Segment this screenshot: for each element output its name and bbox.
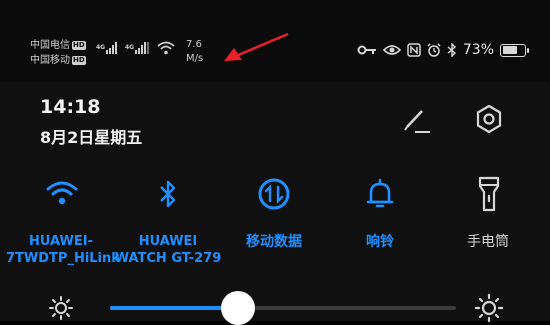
brightness-slider[interactable] <box>110 291 456 325</box>
hd-badge: HD <box>72 41 86 50</box>
tile-bluetooth-label-line1: HUAWEI <box>138 234 198 249</box>
brightness-slider-fill <box>110 306 239 310</box>
tile-wifi-label: HUAWEI- 7TWDTP_HiLink <box>6 233 120 267</box>
network-type-1: 4G <box>96 44 106 51</box>
mobile-data-icon[interactable] <box>257 177 291 211</box>
carrier-1: 中国电信 HD <box>30 38 86 53</box>
status-icons: 73% <box>357 42 529 58</box>
network-type-2: 4G <box>125 44 135 51</box>
signal-icon <box>106 42 117 54</box>
date: 8月2日星期五 <box>40 128 143 147</box>
network-speed: 7.6 M/s <box>186 38 203 66</box>
wifi-icon[interactable] <box>46 180 78 206</box>
tile-mobile-data-label: 移动数据 <box>246 234 302 250</box>
tile-bluetooth-label-line2: WATCH GT-279 <box>114 251 222 266</box>
carrier-1-name: 中国电信 <box>30 40 70 51</box>
tile-flashlight-label: 手电筒 <box>467 234 509 250</box>
brightness-slider-thumb[interactable] <box>221 291 256 325</box>
settings-gear-icon[interactable] <box>474 104 504 134</box>
tile-bluetooth-label: HUAWEI WATCH GT-279 <box>113 233 223 267</box>
signal-icon <box>135 42 149 54</box>
hd-badge: HD <box>72 56 86 65</box>
brightness-high-icon <box>475 294 503 322</box>
eye-icon <box>382 45 401 55</box>
clock: 14:18 <box>40 96 101 118</box>
flashlight-icon[interactable] <box>478 176 500 212</box>
bell-icon[interactable] <box>366 177 394 211</box>
nfc-icon <box>407 43 421 57</box>
carrier-info: 中国电信 HD 中国移动 HD <box>30 38 86 68</box>
carrier-2-name: 中国移动 <box>30 55 70 66</box>
speed-value: 7.6 <box>186 39 202 50</box>
speed-unit: M/s <box>186 53 204 64</box>
wifi-status-icon <box>157 41 175 55</box>
bluetooth-icon <box>447 43 456 57</box>
annotation-arrow-icon <box>224 32 289 61</box>
tile-wifi-label-line2: 7TWDTP_HiLink <box>6 251 120 266</box>
battery-icon <box>500 43 529 57</box>
bluetooth-tile-icon[interactable] <box>158 178 178 210</box>
key-icon <box>357 45 376 55</box>
edit-icon[interactable] <box>402 107 432 135</box>
tile-ring-label: 响铃 <box>366 234 394 250</box>
tile-wifi-label-line1: HUAWEI- <box>29 234 93 249</box>
alarm-icon <box>427 43 441 57</box>
carrier-2: 中国移动 HD <box>30 53 86 68</box>
brightness-low-icon <box>49 296 73 320</box>
battery-percent: 73% <box>462 42 494 58</box>
